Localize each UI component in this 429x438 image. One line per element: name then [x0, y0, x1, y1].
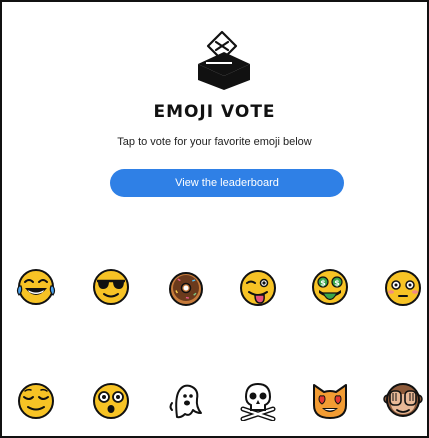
smiling-face-with-sunglasses-icon[interactable] — [91, 267, 131, 307]
svg-text:$: $ — [334, 279, 340, 288]
face-with-tears-of-joy-icon[interactable] — [16, 267, 56, 307]
doughnut-icon[interactable] — [166, 268, 206, 308]
astonished-face-icon[interactable] — [91, 381, 131, 421]
app-subtitle: Tap to vote for your favorite emoji belo… — [117, 136, 312, 148]
winking-face-with-tongue-icon[interactable] — [238, 268, 278, 308]
view-leaderboard-button[interactable]: View the leaderboard — [110, 169, 344, 197]
ghost-icon[interactable] — [166, 381, 206, 421]
relieved-face-icon[interactable] — [16, 381, 56, 421]
see-no-evil-monkey-icon[interactable] — [383, 381, 423, 421]
app-frame: EMOJI VOTE Tap to vote for your favorite… — [0, 0, 429, 438]
app-title: EMOJI VOTE — [153, 102, 276, 122]
skull-and-crossbones-icon[interactable] — [238, 381, 278, 421]
money-mouth-face-icon[interactable]: $ $ — [310, 267, 350, 307]
flushed-face-icon[interactable] — [383, 268, 423, 308]
svg-text:$: $ — [320, 279, 326, 288]
ballot-box-icon — [192, 30, 256, 90]
smiling-cat-with-heart-eyes-icon[interactable] — [310, 381, 350, 421]
